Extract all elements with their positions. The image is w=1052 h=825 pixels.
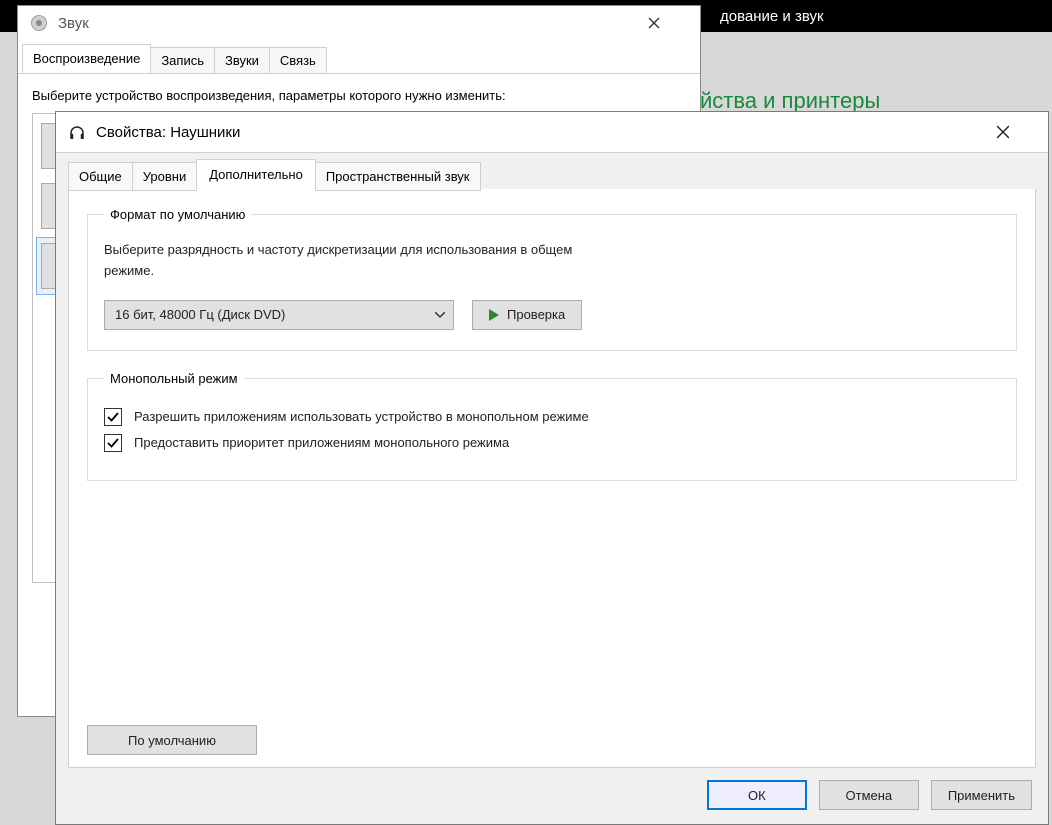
sound-tabs: Воспроизведение Запись Звуки Связь	[18, 40, 700, 74]
apply-button-label: Применить	[948, 788, 1015, 803]
chevron-down-icon	[433, 312, 447, 318]
checkbox-allow-exclusive-label: Разрешить приложениям использовать устро…	[134, 409, 589, 424]
sound-titlebar[interactable]: Звук	[18, 6, 700, 40]
format-selected-value: 16 бит, 48000 Гц (Диск DVD)	[115, 307, 285, 322]
checkbox-allow-exclusive-row: Разрешить приложениям использовать устро…	[104, 408, 1000, 426]
background-title-text: дование и звук	[720, 8, 824, 25]
restore-defaults-label: По умолчанию	[128, 733, 216, 748]
background-link-text: йства и принтеры	[700, 88, 880, 113]
properties-window-title: Свойства: Наушники	[96, 124, 986, 141]
default-format-legend: Формат по умолчанию	[104, 207, 251, 222]
sound-window-title: Звук	[58, 15, 638, 32]
exclusive-mode-group: Монопольный режим Разрешить приложениям …	[87, 371, 1017, 481]
tab-spatial[interactable]: Пространственный звук	[315, 162, 481, 191]
tab-playback[interactable]: Воспроизведение	[22, 44, 151, 73]
headphones-icon	[68, 123, 86, 141]
background-devices-link[interactable]: йства и принтеры	[700, 88, 880, 114]
sound-hint: Выберите устройство воспроизведения, пар…	[32, 88, 686, 103]
format-row: 16 бит, 48000 Гц (Диск DVD) Проверка	[104, 300, 1000, 330]
tab-advanced-label: Дополнительно	[209, 167, 303, 182]
tab-advanced[interactable]: Дополнительно	[196, 159, 316, 190]
dialog-footer: ОК Отмена Применить	[68, 768, 1036, 812]
tab-comm-label: Связь	[280, 53, 316, 68]
exclusive-legend: Монопольный режим	[104, 371, 244, 386]
cancel-button[interactable]: Отмена	[819, 780, 919, 810]
tab-sounds-label: Звуки	[225, 53, 259, 68]
tab-levels[interactable]: Уровни	[132, 162, 197, 191]
properties-tabs: Общие Уровни Дополнительно Пространствен…	[68, 153, 1036, 190]
tab-comm[interactable]: Связь	[269, 47, 327, 74]
tab-playback-label: Воспроизведение	[33, 51, 140, 66]
format-dropdown[interactable]: 16 бит, 48000 Гц (Диск DVD)	[104, 300, 454, 330]
apply-button[interactable]: Применить	[931, 780, 1032, 810]
properties-titlebar[interactable]: Свойства: Наушники	[56, 112, 1048, 152]
ok-button[interactable]: ОК	[707, 780, 807, 810]
checkbox-priority-row: Предоставить приоритет приложениям моноп…	[104, 434, 1000, 452]
play-icon	[489, 309, 499, 321]
properties-window: Свойства: Наушники Общие Уровни Дополнит…	[56, 112, 1048, 824]
close-icon	[996, 125, 1010, 139]
default-format-desc: Выберите разрядность и частоту дискретиз…	[104, 240, 624, 282]
tab-recording-label: Запись	[161, 53, 204, 68]
properties-close-button[interactable]	[996, 125, 1036, 139]
tab-spatial-label: Пространственный звук	[326, 169, 470, 184]
tab-levels-label: Уровни	[143, 169, 186, 184]
tab-general[interactable]: Общие	[68, 162, 133, 191]
checkbox-allow-exclusive[interactable]	[104, 408, 122, 426]
restore-defaults-button[interactable]: По умолчанию	[87, 725, 257, 755]
close-icon	[648, 17, 660, 29]
checkbox-exclusive-priority[interactable]	[104, 434, 122, 452]
cancel-button-label: Отмена	[846, 788, 893, 803]
tab-general-label: Общие	[79, 169, 122, 184]
ok-button-label: ОК	[748, 788, 766, 803]
properties-content: Общие Уровни Дополнительно Пространствен…	[56, 152, 1048, 824]
checkbox-exclusive-priority-label: Предоставить приоритет приложениям моноп…	[134, 435, 509, 450]
checkmark-icon	[107, 437, 119, 449]
test-button[interactable]: Проверка	[472, 300, 582, 330]
tab-recording[interactable]: Запись	[150, 47, 215, 74]
advanced-panel: Формат по умолчанию Выберите разрядность…	[68, 189, 1036, 768]
checkmark-icon	[107, 411, 119, 423]
tab-sounds[interactable]: Звуки	[214, 47, 270, 74]
panel-spacer	[87, 501, 1017, 725]
defaults-row: По умолчанию	[87, 725, 1017, 755]
default-format-group: Формат по умолчанию Выберите разрядность…	[87, 207, 1017, 351]
test-button-label: Проверка	[507, 307, 565, 322]
sound-close-button[interactable]	[648, 17, 688, 29]
speaker-icon	[30, 14, 48, 32]
